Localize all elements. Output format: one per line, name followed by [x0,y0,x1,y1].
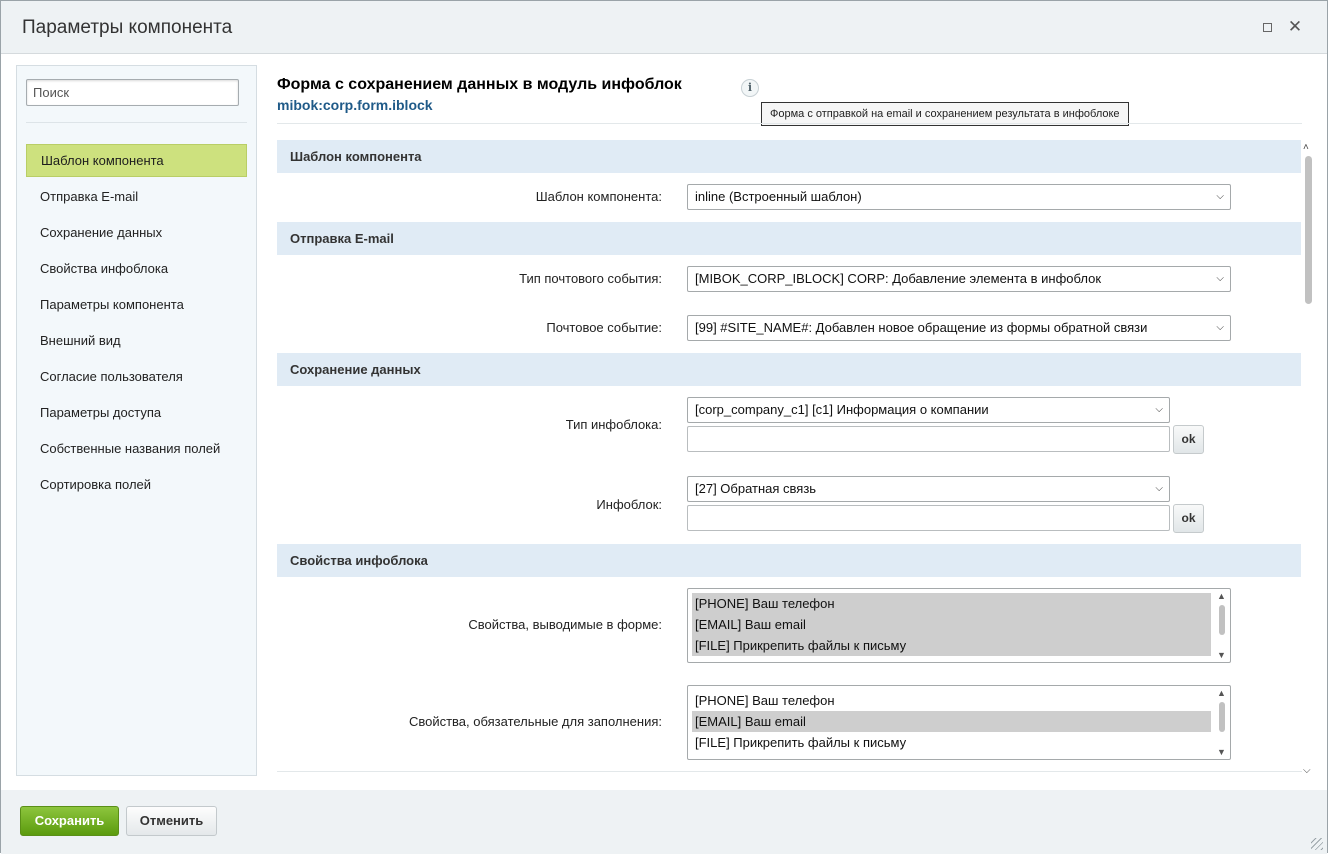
iblock-type-input[interactable] [687,426,1170,452]
iblock-type-label: Тип инфоблока: [565,417,662,432]
event-type-select[interactable]: [MIBOK_CORP_IBLOCK] CORP: Добавление эле… [687,266,1231,292]
save-button[interactable]: Сохранить [20,806,119,836]
shown-properties-label: Свойства, выводимые в форме: [468,617,662,632]
event-select[interactable]: [99] #SITE_NAME#: Добавлен новое обращен… [687,315,1231,341]
event-type-label: Тип почтового события: [519,271,662,286]
iblock-type-select-value: [corp_company_c1] [c1] Информация о комп… [695,402,989,417]
dialog-title: Параметры компонента [22,17,233,38]
parameters-scroll-area[interactable]: Шаблон компонента Шаблон компонента: inl… [277,140,1301,771]
listbox-scrollbar[interactable]: ▲ ▼ [1216,591,1228,660]
sidebar-item-email[interactable]: Отправка E-mail [26,180,247,213]
list-item[interactable]: [EMAIL] Ваш email [692,711,1211,732]
required-properties-label: Свойства, обязательные для заполнения: [408,714,662,729]
component-code: mibok:corp.form.iblock [277,97,433,113]
main-panel: Форма с сохранением данных в модуль инфо… [277,54,1314,790]
list-item[interactable]: [EMAIL] Ваш email [692,614,1211,635]
close-icon[interactable]: ✕ [1287,18,1303,35]
content-bottom-divider [277,771,1302,772]
iblock-select-value: [27] Обратная связь [695,481,817,496]
chevron-up-icon[interactable]: ˄ [1303,142,1309,153]
event-select-value: [99] #SITE_NAME#: Добавлен новое обращен… [695,320,1148,335]
section-header-template: Шаблон компонента [277,140,1301,173]
chevron-down-icon: ⌵ [1155,483,1163,494]
sidebar-item-template[interactable]: Шаблон компонента [26,144,247,177]
chevron-down-icon[interactable]: ▼ [1217,650,1226,660]
list-item[interactable]: [FILE] Прикрепить файлы к письму [692,635,1211,656]
cancel-button[interactable]: Отменить [126,806,217,836]
iblock-type-ok-button[interactable]: ok [1173,425,1204,454]
main-scrollbar[interactable]: ˄ ⌵ [1302,140,1314,776]
maximize-icon[interactable] [1259,19,1275,35]
sidebar-item-user-consent[interactable]: Согласие пользователя [26,360,247,393]
sidebar-item-field-sorting[interactable]: Сортировка полей [26,468,247,501]
listbox-scrollbar[interactable]: ▲ ▼ [1216,688,1228,757]
dialog-content: Шаблон компонента Отправка E-mail Сохран… [1,54,1327,790]
dialog-footer: Сохранить Отменить [1,790,1327,854]
info-icon[interactable]: i [741,79,759,97]
event-label: Почтовое событие: [546,320,662,335]
iblock-input[interactable] [687,505,1170,531]
section-header-properties: Свойства инфоблока [277,544,1301,577]
header-divider [277,123,1302,124]
chevron-down-icon: ⌵ [1155,404,1163,415]
iblock-type-select[interactable]: [corp_company_c1] [c1] Информация о комп… [687,397,1170,423]
component-parameters-dialog: Параметры компонента ✕ Шаблон компонента… [0,0,1328,854]
iblock-select[interactable]: [27] Обратная связь ⌵ [687,476,1170,502]
chevron-down-icon[interactable]: ▼ [1217,747,1226,757]
template-label: Шаблон компонента: [535,189,662,204]
sidebar-item-iblock-properties[interactable]: Свойства инфоблока [26,252,247,285]
list-item[interactable]: [FILE] Прикрепить файлы к письму [692,732,1211,753]
iblock-label: Инфоблок: [596,497,662,512]
chevron-down-icon: ⌵ [1216,273,1224,284]
sidebar-item-custom-field-names[interactable]: Собственные названия полей [26,432,247,465]
chevron-down-icon: ⌵ [1216,191,1224,202]
sidebar-item-appearance[interactable]: Внешний вид [26,324,247,357]
sidebar-item-component-params[interactable]: Параметры компонента [26,288,247,321]
resize-grip-icon[interactable] [1311,838,1323,850]
chevron-up-icon[interactable]: ▲ [1217,591,1226,601]
event-type-select-value: [MIBOK_CORP_IBLOCK] CORP: Добавление эле… [695,271,1102,286]
list-item[interactable]: [PHONE] Ваш телефон [692,593,1211,614]
list-item[interactable]: [PHONE] Ваш телефон [692,690,1211,711]
sidebar-nav: Шаблон компонента Отправка E-mail Сохран… [26,144,247,504]
template-select[interactable]: inline (Встроенный шаблон) ⌵ [687,184,1231,210]
section-header-storage: Сохранение данных [277,353,1301,386]
sidebar: Шаблон компонента Отправка E-mail Сохран… [16,65,257,776]
scroll-thumb[interactable] [1305,156,1312,304]
sidebar-item-storage[interactable]: Сохранение данных [26,216,247,249]
section-header-email: Отправка E-mail [277,222,1301,255]
component-title: Форма с сохранением данных в модуль инфо… [277,76,682,93]
sidebar-item-access[interactable]: Параметры доступа [26,396,247,429]
scroll-thumb[interactable] [1219,605,1225,635]
chevron-up-icon[interactable]: ▲ [1217,688,1226,698]
sidebar-divider [26,122,247,123]
chevron-down-icon[interactable]: ⌵ [1303,765,1311,776]
dialog-titlebar[interactable]: Параметры компонента ✕ [1,1,1327,54]
template-select-value: inline (Встроенный шаблон) [695,189,862,204]
scroll-thumb[interactable] [1219,702,1225,732]
iblock-ok-button[interactable]: ok [1173,504,1204,533]
shown-properties-listbox[interactable]: [PHONE] Ваш телефон [EMAIL] Ваш email [F… [687,588,1231,663]
required-properties-listbox[interactable]: [PHONE] Ваш телефон [EMAIL] Ваш email [F… [687,685,1231,760]
search-input[interactable] [26,79,239,106]
chevron-down-icon: ⌵ [1216,322,1224,333]
